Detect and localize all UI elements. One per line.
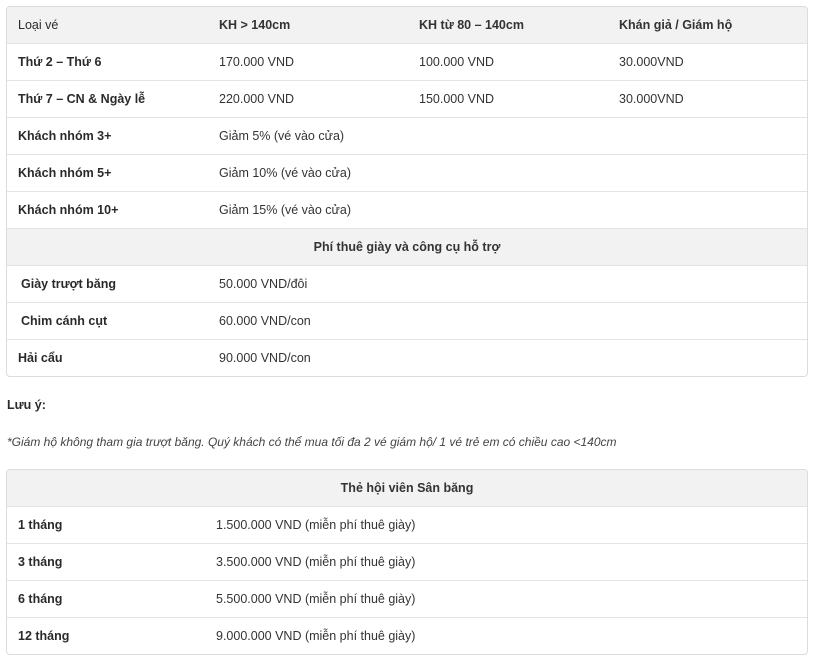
membership-header-row: Thẻ hội viên Sân băng <box>7 470 807 506</box>
group-label: Khách nhóm 3+ <box>7 117 208 154</box>
group-discount: Giảm 15% (vé vào cửa) <box>208 191 807 228</box>
adult-price: 220.000 VND <box>208 80 408 117</box>
rental-section-header: Phí thuê giày và công cụ hỗ trợ <box>7 228 807 265</box>
table-row: 3 tháng 3.500.000 VND (miễn phí thuê già… <box>7 543 807 580</box>
header-adult: KH > 140cm <box>208 7 408 43</box>
table-row: Chim cánh cụt 60.000 VND/con <box>7 302 807 339</box>
page-content: Loại vé KH > 140cm KH từ 80 – 140cm Khán… <box>0 0 813 655</box>
child-price: 150.000 VND <box>408 80 608 117</box>
row-label: Thứ 7 – CN & Ngày lễ <box>7 80 208 117</box>
rental-price: 60.000 VND/con <box>208 302 807 339</box>
header-guardian: Khán giả / Giám hộ <box>608 7 807 43</box>
membership-duration: 1 tháng <box>7 506 205 543</box>
table-row: 6 tháng 5.500.000 VND (miễn phí thuê già… <box>7 580 807 617</box>
table-row: Khách nhóm 5+ Giảm 10% (vé vào cửa) <box>7 154 807 191</box>
header-child: KH từ 80 – 140cm <box>408 7 608 43</box>
rental-header: Phí thuê giày và công cụ hỗ trợ <box>7 228 807 265</box>
membership-price: 1.500.000 VND (miễn phí thuê giày) <box>205 506 807 543</box>
table-header-row: Loại vé KH > 140cm KH từ 80 – 140cm Khán… <box>7 7 807 43</box>
rental-label: Giày trượt băng <box>7 265 208 302</box>
rental-label: Hải cẩu <box>7 339 208 376</box>
child-price: 100.000 VND <box>408 43 608 80</box>
membership-duration: 12 tháng <box>7 617 205 654</box>
group-discount: Giảm 10% (vé vào cửa) <box>208 154 807 191</box>
guardian-price: 30.000VND <box>608 43 807 80</box>
rental-price: 90.000 VND/con <box>208 339 807 376</box>
table-row: 12 tháng 9.000.000 VND (miễn phí thuê gi… <box>7 617 807 654</box>
note-text: *Giám hộ không tham gia trượt băng. Quý … <box>7 435 617 449</box>
membership-table: Thẻ hội viên Sân băng 1 tháng 1.500.000 … <box>6 469 808 655</box>
rental-price: 50.000 VND/đôi <box>208 265 807 302</box>
membership-duration: 3 tháng <box>7 543 205 580</box>
membership-price: 5.500.000 VND (miễn phí thuê giày) <box>205 580 807 617</box>
membership-price: 3.500.000 VND (miễn phí thuê giày) <box>205 543 807 580</box>
table-row: Hải cẩu 90.000 VND/con <box>7 339 807 376</box>
table-row: Khách nhóm 10+ Giảm 15% (vé vào cửa) <box>7 191 807 228</box>
table-row: Giày trượt băng 50.000 VND/đôi <box>7 265 807 302</box>
row-label: Thứ 2 – Thứ 6 <box>7 43 208 80</box>
guardian-price: 30.000VND <box>608 80 807 117</box>
table-row: Khách nhóm 3+ Giảm 5% (vé vào cửa) <box>7 117 807 154</box>
group-label: Khách nhóm 10+ <box>7 191 208 228</box>
table-row: 1 tháng 1.500.000 VND (miễn phí thuê già… <box>7 506 807 543</box>
adult-price: 170.000 VND <box>208 43 408 80</box>
table-row: Thứ 2 – Thứ 6 170.000 VND 100.000 VND 30… <box>7 43 807 80</box>
ticket-price-table: Loại vé KH > 140cm KH từ 80 – 140cm Khán… <box>6 6 808 377</box>
note-title: Lưu ý: <box>7 398 46 412</box>
membership-duration: 6 tháng <box>7 580 205 617</box>
membership-header: Thẻ hội viên Sân băng <box>7 470 807 506</box>
group-discount: Giảm 5% (vé vào cửa) <box>208 117 807 154</box>
header-ticket-type: Loại vé <box>7 7 208 43</box>
membership-price: 9.000.000 VND (miễn phí thuê giày) <box>205 617 807 654</box>
rental-label: Chim cánh cụt <box>7 302 208 339</box>
group-label: Khách nhóm 5+ <box>7 154 208 191</box>
table-row: Thứ 7 – CN & Ngày lễ 220.000 VND 150.000… <box>7 80 807 117</box>
